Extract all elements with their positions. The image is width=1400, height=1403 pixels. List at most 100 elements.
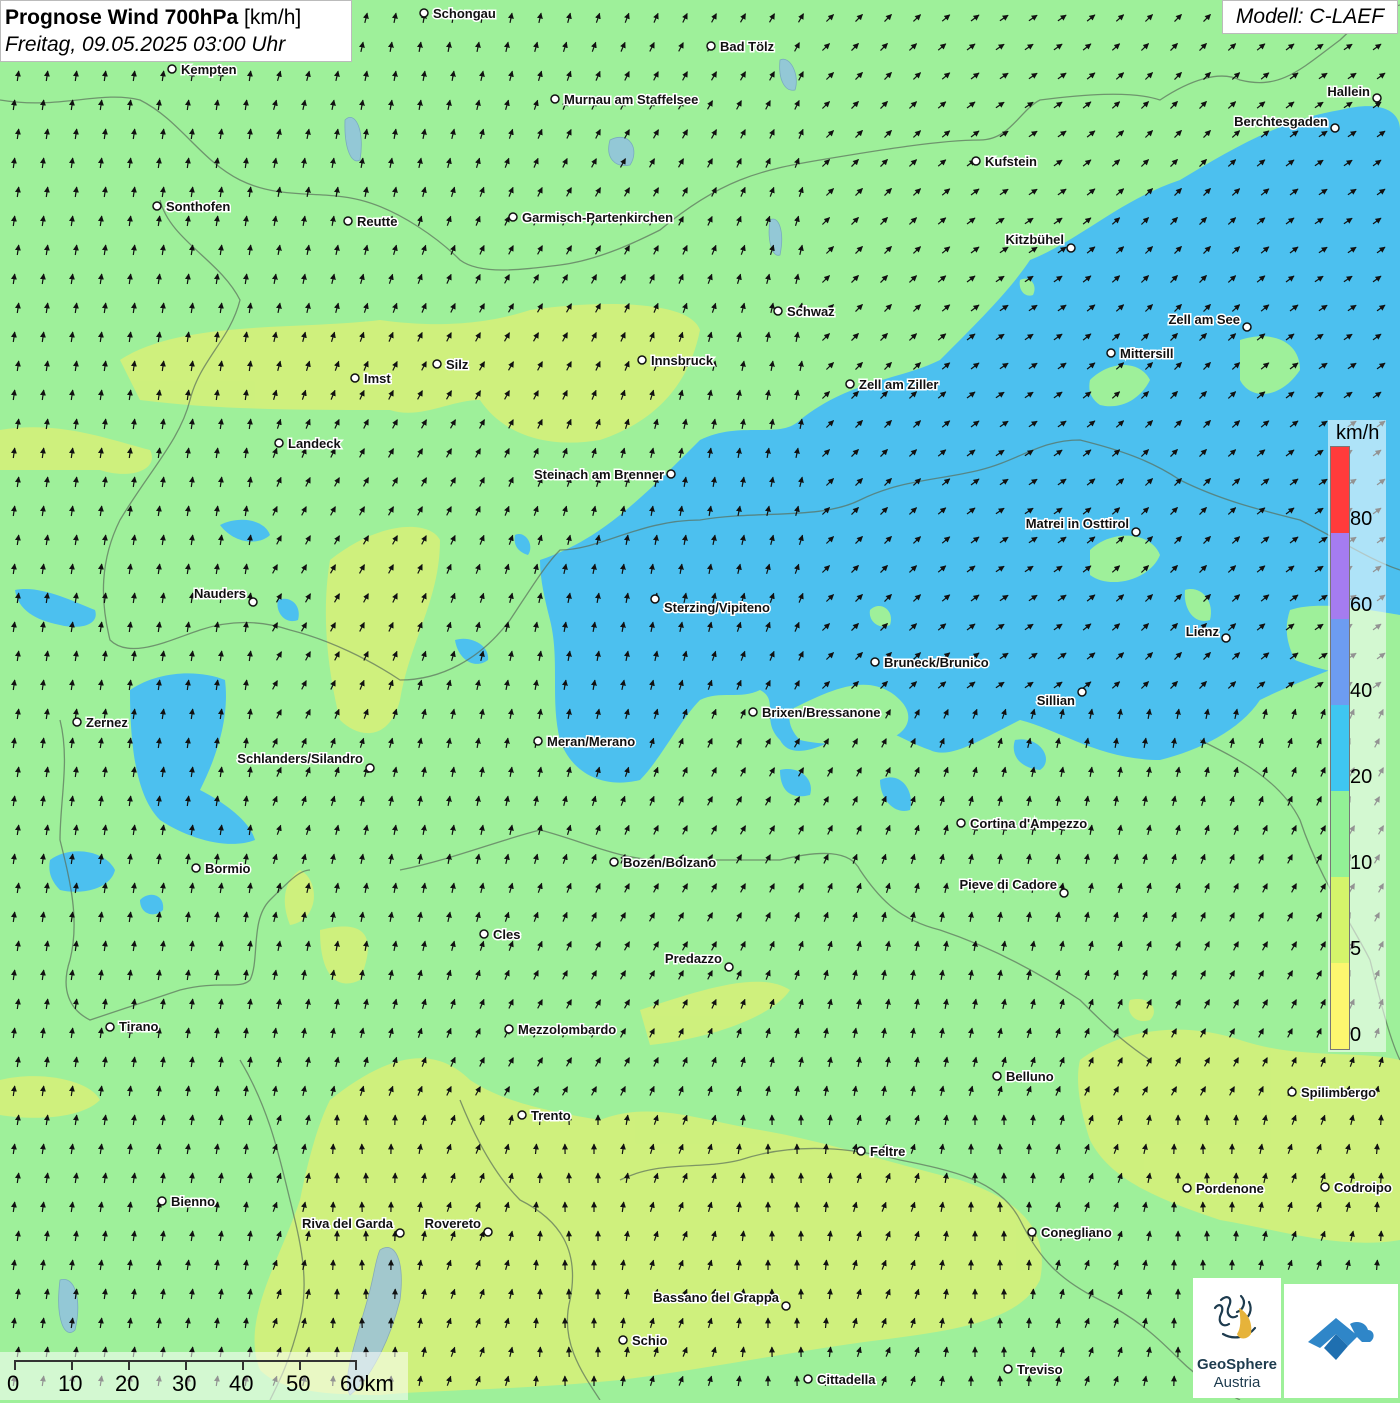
- city-label: Pieve di Cadore: [959, 877, 1057, 892]
- scale-tick: [128, 1360, 130, 1370]
- geosphere-emblem-icon: [1193, 1278, 1281, 1356]
- scale-label: 30: [172, 1371, 196, 1397]
- city-dot: [610, 858, 618, 866]
- legend-swatch-10: [1331, 791, 1349, 877]
- city-dot: [804, 1375, 812, 1383]
- wind-arrow: [540, 1231, 541, 1241]
- wind-arrow: [1029, 1318, 1030, 1328]
- city-label: Pordenone: [1196, 1181, 1264, 1196]
- legend-unit: km/h: [1336, 422, 1379, 445]
- city-label: Hallein: [1327, 84, 1370, 99]
- wind-arrow: [1029, 1144, 1030, 1154]
- wind-arrow: [1029, 1260, 1030, 1270]
- legend-label-5: 5: [1350, 938, 1361, 961]
- city-label: Kufstein: [985, 154, 1037, 169]
- city-dot: [106, 1023, 114, 1031]
- scale-tick: [14, 1360, 16, 1370]
- city-label: Belluno: [1006, 1069, 1054, 1084]
- city-label: Cittadella: [817, 1372, 876, 1387]
- city-dot: [972, 157, 980, 165]
- city-label: Mittersill: [1120, 346, 1173, 361]
- city-dot: [749, 708, 757, 716]
- city-label: Codroipo: [1334, 1180, 1392, 1195]
- wind-arrow: [540, 1289, 541, 1299]
- legend-label-60: 60: [1350, 594, 1372, 617]
- city-dot: [534, 737, 542, 745]
- city-dot: [774, 307, 782, 315]
- wind-arrow: [1377, 1202, 1378, 1212]
- wind-arrow: [1033, 1173, 1034, 1183]
- city-dot: [158, 1197, 166, 1205]
- city-label: Riva del Garda: [302, 1216, 394, 1231]
- city-label: Schio: [632, 1333, 667, 1348]
- city-dot: [638, 356, 646, 364]
- map-unit: [km/h]: [244, 6, 301, 29]
- legend-swatch-0: [1331, 963, 1349, 1049]
- wind-arrow: [1029, 1376, 1030, 1386]
- legend-label-40: 40: [1350, 680, 1372, 703]
- city-label: Meran/Merano: [547, 734, 635, 749]
- city-label: Zell am Ziller: [859, 377, 938, 392]
- wind-arrow: [1033, 1115, 1034, 1125]
- city-dot: [782, 1302, 790, 1310]
- legend-label-10: 10: [1350, 852, 1372, 875]
- city-dot: [480, 930, 488, 938]
- app-logo-icon: [1284, 1284, 1398, 1398]
- city-dot: [1321, 1183, 1329, 1191]
- city-dot: [168, 65, 176, 73]
- geosphere-logo[interactable]: GeoSphere Austria: [1193, 1278, 1281, 1398]
- logo-line2: Austria: [1193, 1374, 1281, 1391]
- model-label: Modell: C-LAEF: [1222, 0, 1398, 34]
- city-label: Murnau am Staffelsee: [564, 92, 698, 107]
- city-label: Treviso: [1017, 1362, 1063, 1377]
- city-dot: [1028, 1228, 1036, 1236]
- city-label: Feltre: [870, 1144, 905, 1159]
- app-logo[interactable]: [1284, 1284, 1398, 1398]
- scale-label: 20: [115, 1371, 139, 1397]
- legend: km/h 80 60 40 20 10 5 0: [1328, 420, 1386, 1052]
- scale-tick: [185, 1360, 187, 1370]
- forecast-date: Freitag, 09.05.2025 03:00 Uhr: [5, 31, 347, 58]
- city-dot: [1004, 1365, 1012, 1373]
- city-label: Silz: [446, 357, 469, 372]
- legend-swatch-40: [1331, 619, 1349, 705]
- scale-tick: [242, 1360, 244, 1370]
- city-label: Conegliano: [1041, 1225, 1112, 1240]
- city-dot: [366, 764, 374, 772]
- city-label: Tirano: [119, 1019, 159, 1034]
- city-dot: [249, 598, 257, 606]
- city-dot: [667, 470, 675, 478]
- legend-colorbar: [1330, 446, 1350, 1050]
- city-label: Matrei in Osttirol: [1026, 516, 1129, 531]
- city-dot: [351, 374, 359, 382]
- city-label: Bormio: [205, 861, 251, 876]
- scale-label: 50: [286, 1371, 310, 1397]
- city-label: Zell am See: [1168, 312, 1240, 327]
- city-dot: [1060, 889, 1068, 897]
- city-dot: [651, 595, 659, 603]
- legend-swatch-80: [1331, 447, 1349, 533]
- city-dot: [993, 1072, 1001, 1080]
- city-dot: [707, 42, 715, 50]
- city-dot: [871, 658, 879, 666]
- wind-arrow: [1377, 1144, 1378, 1154]
- city-label: Bassano del Grappa: [653, 1290, 779, 1305]
- scale-label: 40: [229, 1371, 253, 1397]
- map-title: Prognose Wind 700hPa: [5, 6, 238, 29]
- scale-bar: 0 10 20 30 40 50 60km: [0, 1352, 408, 1400]
- city-dot: [1078, 688, 1086, 696]
- scale-tick: [355, 1360, 357, 1370]
- city-label: Sonthofen: [166, 199, 230, 214]
- city-dot: [344, 217, 352, 225]
- legend-swatch-20: [1331, 705, 1349, 791]
- city-label: Sterzing/Vipiteno: [664, 600, 770, 615]
- city-dot: [484, 1228, 492, 1236]
- city-label: Cles: [493, 927, 520, 942]
- city-dot: [509, 213, 517, 221]
- city-label: Mezzolombardo: [518, 1022, 616, 1037]
- legend-label-0: 0: [1350, 1024, 1361, 1047]
- wind-arrow: [1033, 1289, 1034, 1299]
- wind-arrow: [1381, 1115, 1382, 1125]
- scale-label: 10: [58, 1371, 82, 1397]
- city-dot: [518, 1111, 526, 1119]
